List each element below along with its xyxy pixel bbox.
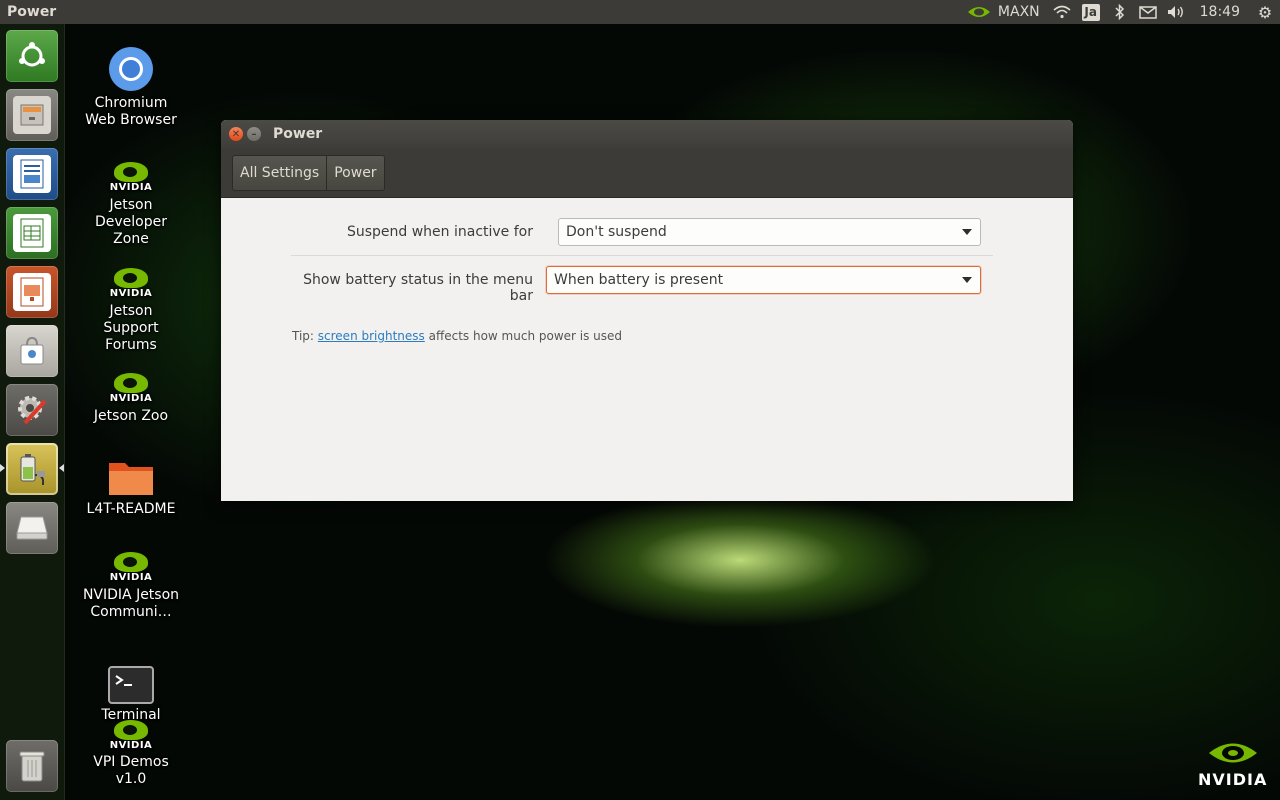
desktop-icon-chromium[interactable]: Chromium Web Browser (81, 45, 181, 129)
battery-status-dropdown-value: When battery is present (554, 272, 724, 288)
nvidia-icon: NVIDIA (108, 267, 154, 301)
app-title: Power (7, 4, 57, 20)
shopping-bag-icon (13, 332, 51, 370)
desktop-icon-jetson-developer-zone[interactable]: NVIDIA Jetson Developer Zone (81, 161, 181, 248)
clock[interactable]: 18:49 (1190, 0, 1250, 24)
launcher-files[interactable] (6, 89, 58, 141)
desktop-icon-label: VPI Demos v1.0 (93, 754, 169, 787)
power-breadcrumb-button[interactable]: Power (327, 155, 384, 190)
launcher-trash[interactable] (6, 740, 58, 792)
desktop-icon-label: L4T-README (86, 501, 176, 517)
ubuntu-logo-icon (13, 37, 51, 75)
desktop-icon-label: NVIDIA Jetson Communi… (82, 587, 180, 620)
tip-prefix: Tip: (292, 329, 318, 343)
window-titlebar[interactable]: ✕ – Power (221, 120, 1073, 148)
nvidia-power-mode-icon[interactable] (962, 0, 996, 24)
battery-status-dropdown[interactable]: When battery is present (546, 266, 981, 294)
desktop-icon-nvidia-jetson-community[interactable]: NVIDIA NVIDIA Jetson Communi… (81, 551, 181, 621)
launcher-dash-home[interactable] (6, 30, 58, 82)
system-menu-gear-icon[interactable]: ⚙ (1250, 0, 1280, 24)
desktop-icon-label: Jetson Developer Zone (94, 197, 167, 247)
launcher-system-settings[interactable] (6, 384, 58, 436)
desktop-icon-l4t-readme[interactable]: L4T-README (81, 455, 181, 518)
launcher-running-indicator (0, 464, 5, 472)
row-divider (291, 255, 993, 256)
nvidia-icon: NVIDIA (108, 720, 154, 752)
suspend-dropdown[interactable]: Don't suspend (558, 218, 981, 246)
nvidia-icon: NVIDIA (108, 161, 154, 195)
breadcrumb: All Settings Power (232, 154, 385, 191)
trash-icon (13, 747, 51, 785)
system-tray: MAXN Ja 18:49 ⚙ (962, 0, 1280, 24)
terminal-icon (81, 665, 181, 705)
mail-icon[interactable] (1134, 0, 1162, 24)
top-panel: Power MAXN Ja 18:49 ⚙ (0, 0, 1280, 24)
nvidia-eye-icon (1208, 743, 1257, 763)
power-mode-label[interactable]: MAXN (996, 0, 1048, 24)
suspend-label: Suspend when inactive for (346, 224, 533, 240)
launcher-focus-indicator (59, 464, 64, 472)
desktop-icon-label: Jetson Zoo (93, 408, 169, 424)
tip-text: Tip: screen brightness affects how much … (292, 329, 622, 343)
battery-status-label: Show battery status in the menu bar (303, 272, 533, 304)
chevron-down-icon (962, 229, 972, 235)
launcher-power[interactable] (6, 443, 58, 495)
tip-suffix: affects how much power is used (424, 329, 623, 343)
writer-icon (13, 155, 51, 193)
chevron-down-icon (962, 277, 972, 283)
window-toolbar: All Settings Power (221, 148, 1073, 198)
calc-icon (13, 214, 51, 252)
power-settings-window: ✕ – Power All Settings Power Suspend whe… (221, 120, 1073, 501)
all-settings-button[interactable]: All Settings (233, 155, 328, 190)
power-settings-content: Suspend when inactive for Don't suspend … (221, 198, 1073, 501)
launcher-libreoffice-writer[interactable] (6, 148, 58, 200)
nvidia-icon: NVIDIA (108, 372, 154, 406)
desktop-icon-label: Chromium Web Browser (85, 95, 177, 128)
minimize-button[interactable]: – (247, 127, 261, 141)
desktop-icon-vpi-demos[interactable]: NVIDIA VPI Demos v1.0 (81, 720, 181, 788)
wifi-icon[interactable] (1048, 0, 1076, 24)
bluetooth-icon[interactable] (1106, 0, 1134, 24)
launcher-libreoffice-impress[interactable] (6, 266, 58, 318)
suspend-dropdown-value: Don't suspend (566, 224, 667, 240)
launcher (0, 24, 65, 800)
removable-drive-icon (13, 509, 51, 547)
settings-wrench-icon (13, 391, 51, 429)
desktop-icon-jetson-support-forums[interactable]: NVIDIA Jetson Support Forums (81, 267, 181, 354)
battery-plug-icon (13, 450, 51, 488)
close-button[interactable]: ✕ (229, 127, 243, 141)
desktop-icon-label: Jetson Support Forums (103, 303, 159, 353)
nvidia-icon: NVIDIA (108, 551, 154, 585)
nvidia-wordmark: NVIDIA (1198, 770, 1268, 789)
chromium-icon (81, 45, 181, 93)
window-title: Power (273, 126, 323, 142)
screen-brightness-link[interactable]: screen brightness (318, 329, 425, 343)
nvidia-wallpaper-logo: NVIDIA (1198, 738, 1267, 789)
impress-icon (13, 273, 51, 311)
folder-icon (81, 455, 181, 499)
desktop-icon-jetson-zoo[interactable]: NVIDIA Jetson Zoo (81, 372, 181, 425)
launcher-libreoffice-calc[interactable] (6, 207, 58, 259)
volume-icon[interactable] (1162, 0, 1190, 24)
desktop-icon-terminal[interactable]: Terminal (81, 665, 181, 724)
launcher-drive[interactable] (6, 502, 58, 554)
launcher-software-center[interactable] (6, 325, 58, 377)
file-cabinet-icon (13, 96, 51, 134)
keyboard-layout-indicator[interactable]: Ja (1081, 3, 1100, 21)
